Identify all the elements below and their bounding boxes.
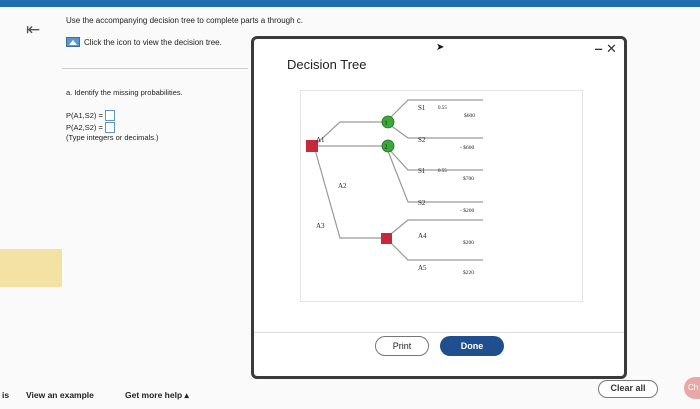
label-a3: A3 — [316, 222, 325, 230]
prob-s1-mid: 0.55 — [438, 169, 447, 174]
branch-s2-mid — [385, 145, 483, 203]
prob-s1-top: 0.55 — [438, 106, 447, 111]
bottom-prefix: is — [2, 390, 10, 400]
question-nav-highlight[interactable] — [0, 249, 62, 287]
prob-a1-s2-label: P(A1,S2) = — [66, 111, 103, 120]
prob-a1-s2-input[interactable] — [104, 110, 115, 121]
instruction-text: Use the accompanying decision tree to co… — [66, 16, 304, 25]
label-a4: A4 — [418, 232, 427, 240]
label-a1: A1 — [316, 136, 325, 144]
payoff-3: $700 — [463, 175, 474, 182]
dialog-title: Decision Tree — [287, 57, 367, 72]
label-a2: A2 — [338, 182, 347, 190]
minimize-icon[interactable]: ‒ — [595, 41, 602, 56]
label-s1-top: S1 — [418, 104, 426, 112]
chance-node-2-label: 2 — [385, 145, 388, 151]
divider — [62, 68, 248, 69]
close-icon[interactable]: ✕ — [606, 41, 617, 57]
check-answer-button[interactable]: Ch — [684, 377, 700, 399]
view-tree-label: Click the icon to view the decision tree… — [84, 37, 222, 47]
decision-tree-dialog: Decision Tree ➤ ‒ ✕ 1 2 A1 A2 A3 S1 S2 S… — [251, 36, 627, 379]
label-s1-mid: S1 — [418, 167, 426, 175]
prob-row-a1-s2: P(A1,S2) = — [66, 110, 115, 121]
payoff-4: - $200 — [460, 207, 474, 214]
prob-a2-s2-label: P(A2,S2) = — [66, 123, 103, 132]
view-example-link[interactable]: View an example — [26, 390, 94, 400]
print-button[interactable]: Print — [375, 336, 429, 356]
payoff-2: - $600 — [460, 144, 474, 151]
type-hint: (Type integers or decimals.) — [66, 133, 159, 142]
back-button[interactable]: ⇤ — [26, 20, 48, 40]
top-accent-bar — [0, 0, 700, 7]
dialog-footer-divider — [254, 332, 624, 333]
branch-a3 — [313, 145, 386, 239]
clear-all-button[interactable]: Clear all — [598, 380, 658, 398]
done-button[interactable]: Done — [440, 336, 504, 356]
branch-s2-top — [385, 121, 483, 139]
chance-node-1-label: 1 — [385, 121, 388, 127]
bottom-bar: is View an example Get more help ▴ — [0, 384, 700, 409]
branch-a1 — [313, 121, 386, 147]
branch-a4 — [385, 219, 483, 239]
payoff-5: $200 — [463, 239, 474, 246]
get-more-help-link[interactable]: Get more help ▴ — [125, 390, 189, 401]
decision-node-lower — [381, 233, 392, 244]
payoff-1: $600 — [464, 112, 475, 119]
payoff-6: $220 — [463, 269, 474, 276]
prob-a2-s2-input[interactable] — [104, 122, 115, 133]
label-s2-top: S2 — [418, 136, 426, 144]
image-icon[interactable] — [66, 37, 80, 47]
part-a-heading: a. Identify the missing probabilities. — [66, 88, 183, 97]
cursor-icon: ➤ — [436, 42, 445, 53]
prob-row-a2-s2: P(A2,S2) = — [66, 122, 115, 133]
decision-tree-figure: 1 2 A1 A2 A3 S1 S2 S1 S2 A4 A5 0.55 0.55… — [300, 90, 583, 302]
label-s2-mid: S2 — [418, 199, 426, 207]
label-a5: A5 — [418, 264, 427, 272]
view-tree-link[interactable]: Click the icon to view the decision tree… — [66, 37, 222, 47]
